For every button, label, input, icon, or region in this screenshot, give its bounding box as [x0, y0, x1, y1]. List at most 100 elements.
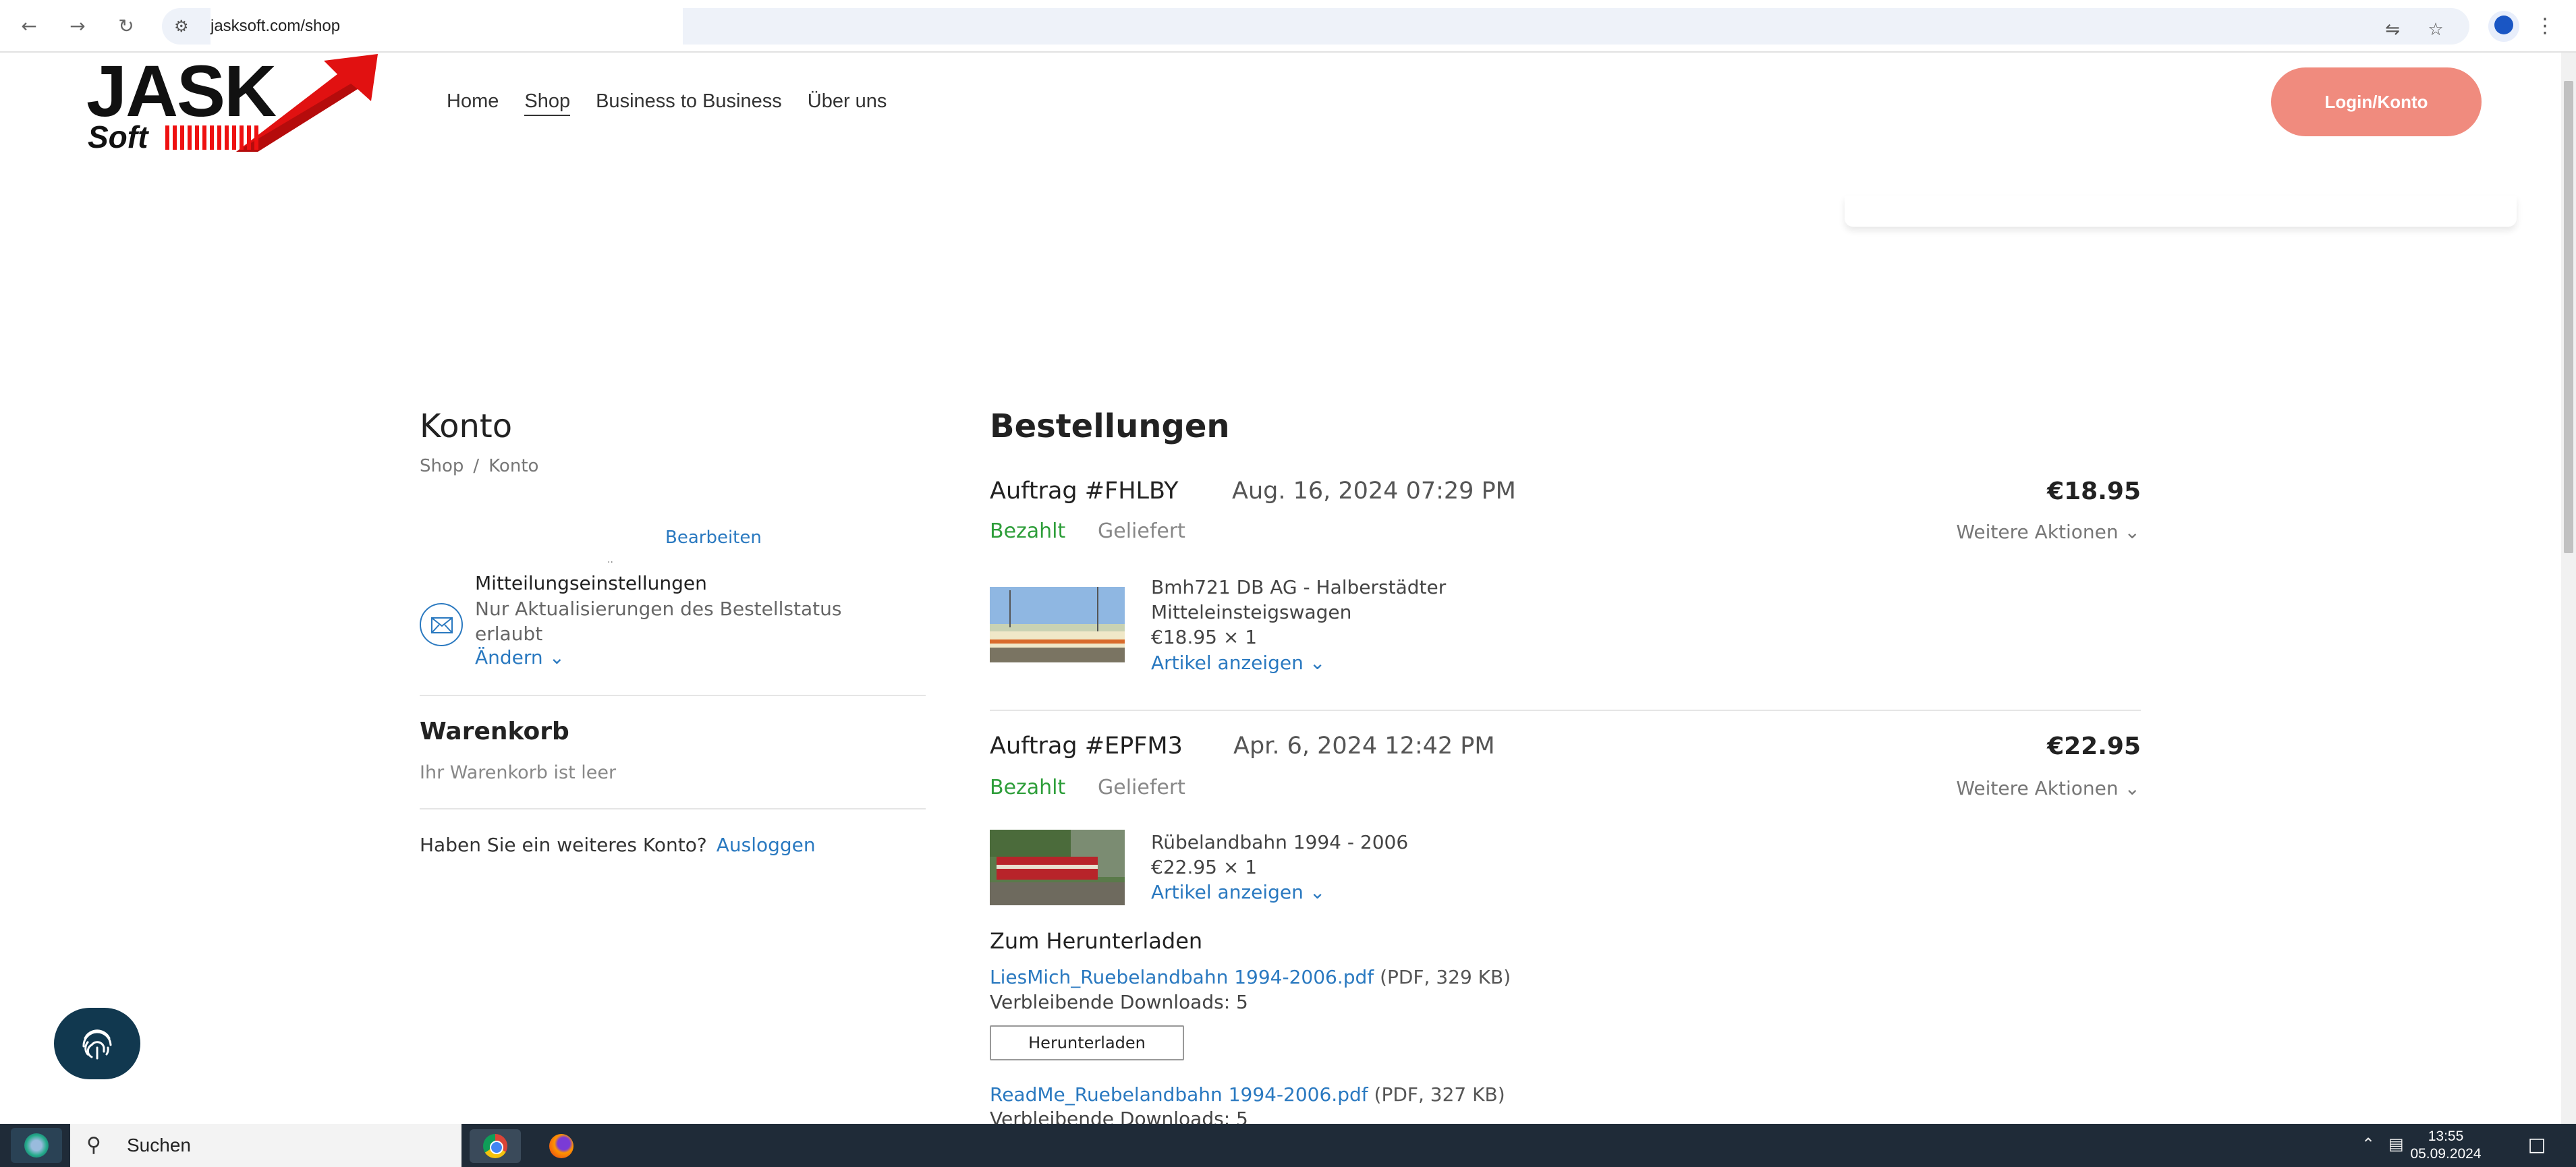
download-button[interactable]: Herunterladen	[990, 1025, 1184, 1060]
network-icon[interactable]: ▤	[2388, 1135, 2404, 1154]
envelope-icon	[420, 603, 463, 646]
nav-shop[interactable]: Shop	[524, 86, 571, 116]
breadcrumb-shop[interactable]: Shop	[420, 456, 464, 476]
fingerprint-icon	[82, 1029, 112, 1060]
bookmark-star-icon[interactable]: ☆	[2424, 18, 2448, 42]
more-actions-label: Weitere Aktionen	[1956, 777, 2119, 799]
notification-settings-desc: Nur Aktualisierungen des Bestellstatus e…	[475, 598, 842, 645]
other-account-row: Haben Sie ein weiteres Konto? Ausloggen	[420, 834, 816, 856]
order-date: Apr. 6, 2024 12:42 PM	[1233, 733, 1495, 760]
konto-title: Konto	[420, 407, 513, 445]
taskbar-search-label: Suchen	[127, 1135, 191, 1156]
logo-rails-icon	[165, 125, 260, 150]
order-divider	[990, 710, 2141, 711]
other-account-question: Haben Sie ein weiteres Konto?	[420, 834, 707, 856]
more-actions-dropdown[interactable]: Weitere Aktionen ⌄	[1956, 777, 2140, 799]
show-items-label: Artikel anzeigen	[1151, 652, 1304, 674]
change-notifications-link[interactable]: Ändern ⌄	[475, 646, 565, 668]
show-items-link[interactable]: Artikel anzeigen ⌄	[1151, 881, 1325, 903]
show-items-label: Artikel anzeigen	[1151, 881, 1304, 903]
order-id: Auftrag #FHLBY	[990, 478, 1179, 505]
item-name: Bmh721 DB AG - Halberstädter	[1151, 576, 1447, 598]
status-badge-paid: Bezahlt	[990, 519, 1066, 543]
item-price: €18.95 × 1	[1151, 626, 1258, 648]
download-file-meta: (PDF, 329 KB)	[1380, 966, 1511, 988]
downloads-title: Zum Herunterladen	[990, 928, 1203, 954]
download-file-row: LiesMich_Ruebelandbahn 1994-2006.pdf (PD…	[990, 966, 1511, 988]
status-badge-delivered: Geliefert	[1098, 519, 1185, 543]
order-date: Aug. 16, 2024 07:29 PM	[1232, 478, 1516, 505]
order-total: €22.95	[2047, 733, 2141, 760]
divider	[420, 695, 926, 696]
main-navigation: Home Shop Business to Business Über uns	[447, 86, 887, 116]
status-badge-delivered: Geliefert	[1098, 776, 1185, 799]
item-name-line2: Mitteleinsteigswagen	[1151, 601, 1352, 623]
firefox-taskbar-icon[interactable]	[536, 1129, 587, 1163]
logout-link[interactable]: Ausloggen	[717, 834, 816, 856]
show-items-link[interactable]: Artikel anzeigen ⌄	[1151, 652, 1325, 674]
browser-toolbar: ← → ↻ ⚙ jasksoft.com/shop ⇋ ☆ ⋮	[0, 0, 2576, 53]
clock-time: 13:55	[2428, 1129, 2464, 1144]
chevron-down-icon: ⌄	[549, 646, 565, 668]
nav-ueber-uns[interactable]: Über uns	[808, 86, 887, 116]
item-price: €22.95 × 1	[1151, 856, 1258, 878]
windows-taskbar: ⚲ Suchen ⌃ ▤ 13:55 05.09.2024 □	[0, 1124, 2576, 1167]
more-actions-dropdown[interactable]: Weitere Aktionen ⌄	[1956, 521, 2140, 543]
logo-text-soft: Soft	[88, 119, 148, 154]
change-label: Ändern	[475, 646, 543, 668]
downloads-remaining: Verbleibende Downloads: 5	[990, 1108, 1248, 1124]
divider	[420, 808, 926, 809]
search-icon: ⚲	[86, 1133, 101, 1157]
product-thumbnail[interactable]	[990, 830, 1125, 905]
nav-business-to-business[interactable]: Business to Business	[596, 86, 782, 116]
chevron-down-icon: ⌄	[1309, 652, 1326, 674]
tray-chevron-up-icon[interactable]: ⌃	[2361, 1135, 2375, 1154]
url-text[interactable]: jasksoft.com/shop	[211, 8, 683, 45]
breadcrumb-separator: /	[473, 456, 480, 476]
orders-title: Bestellungen	[990, 407, 1230, 445]
address-bar[interactable]: ⚙ jasksoft.com/shop ⇋ ☆	[162, 8, 2469, 45]
login-account-button[interactable]: Login/Konto	[2271, 67, 2482, 136]
download-file-meta: (PDF, 327 KB)	[1374, 1083, 1505, 1106]
cart-title: Warenkorb	[420, 718, 569, 745]
profile-avatar-icon[interactable]	[2488, 11, 2519, 42]
cart-empty-text: Ihr Warenkorb ist leer	[420, 762, 617, 783]
download-file-row: ReadMe_Ruebelandbahn 1994-2006.pdf (PDF,…	[990, 1083, 1505, 1106]
translate-icon[interactable]: ⇋	[2380, 18, 2405, 42]
reload-icon[interactable]: ↻	[109, 9, 143, 43]
start-button[interactable]	[11, 1128, 62, 1163]
fingerprint-button[interactable]	[54, 1008, 140, 1079]
scrollbar-thumb[interactable]	[2564, 81, 2573, 553]
item-name: Rübelandbahn 1994 - 2006	[1151, 831, 1409, 853]
breadcrumb-konto: Konto	[488, 456, 539, 476]
notification-settings-title: Mitteilungseinstellungen	[475, 572, 707, 594]
downloads-remaining: Verbleibende Downloads: 5	[990, 991, 1248, 1013]
edit-profile-link[interactable]: Bearbeiten	[665, 528, 762, 548]
back-icon[interactable]: ←	[12, 9, 46, 43]
status-badge-paid: Bezahlt	[990, 776, 1066, 799]
taskbar-search[interactable]: ⚲ Suchen	[70, 1124, 461, 1167]
product-thumbnail[interactable]	[990, 587, 1125, 662]
chevron-down-icon: ⌄	[1309, 881, 1326, 903]
taskbar-clock[interactable]: 13:55 05.09.2024	[2409, 1128, 2483, 1163]
jasksoft-logo[interactable]: JASK Soft	[81, 54, 378, 155]
more-actions-label: Weitere Aktionen	[1956, 521, 2119, 543]
chevron-down-icon: ⌄	[2124, 521, 2140, 543]
forward-icon[interactable]: →	[61, 9, 94, 43]
windows-logo-icon	[24, 1133, 49, 1158]
clock-date: 05.09.2024	[2410, 1146, 2482, 1162]
browser-menu-icon[interactable]: ⋮	[2531, 9, 2558, 43]
order-id: Auftrag #EPFM3	[990, 733, 1183, 760]
logo-text-jask: JASK	[86, 50, 277, 132]
nav-home[interactable]: Home	[447, 86, 499, 116]
notification-center-icon[interactable]: □	[2523, 1133, 2550, 1158]
download-file-link[interactable]: ReadMe_Ruebelandbahn 1994-2006.pdf	[990, 1083, 1368, 1106]
profile-placeholder-dots: ..	[607, 554, 613, 565]
order-total: €18.95	[2047, 478, 2141, 505]
download-file-link[interactable]: LiesMich_Ruebelandbahn 1994-2006.pdf	[990, 966, 1374, 988]
chevron-down-icon: ⌄	[2124, 777, 2140, 799]
chrome-taskbar-icon[interactable]	[470, 1129, 521, 1163]
breadcrumb: Shop / Konto	[420, 456, 538, 476]
dropdown-card	[1845, 196, 2517, 227]
site-settings-icon[interactable]: ⚙	[174, 16, 194, 36]
